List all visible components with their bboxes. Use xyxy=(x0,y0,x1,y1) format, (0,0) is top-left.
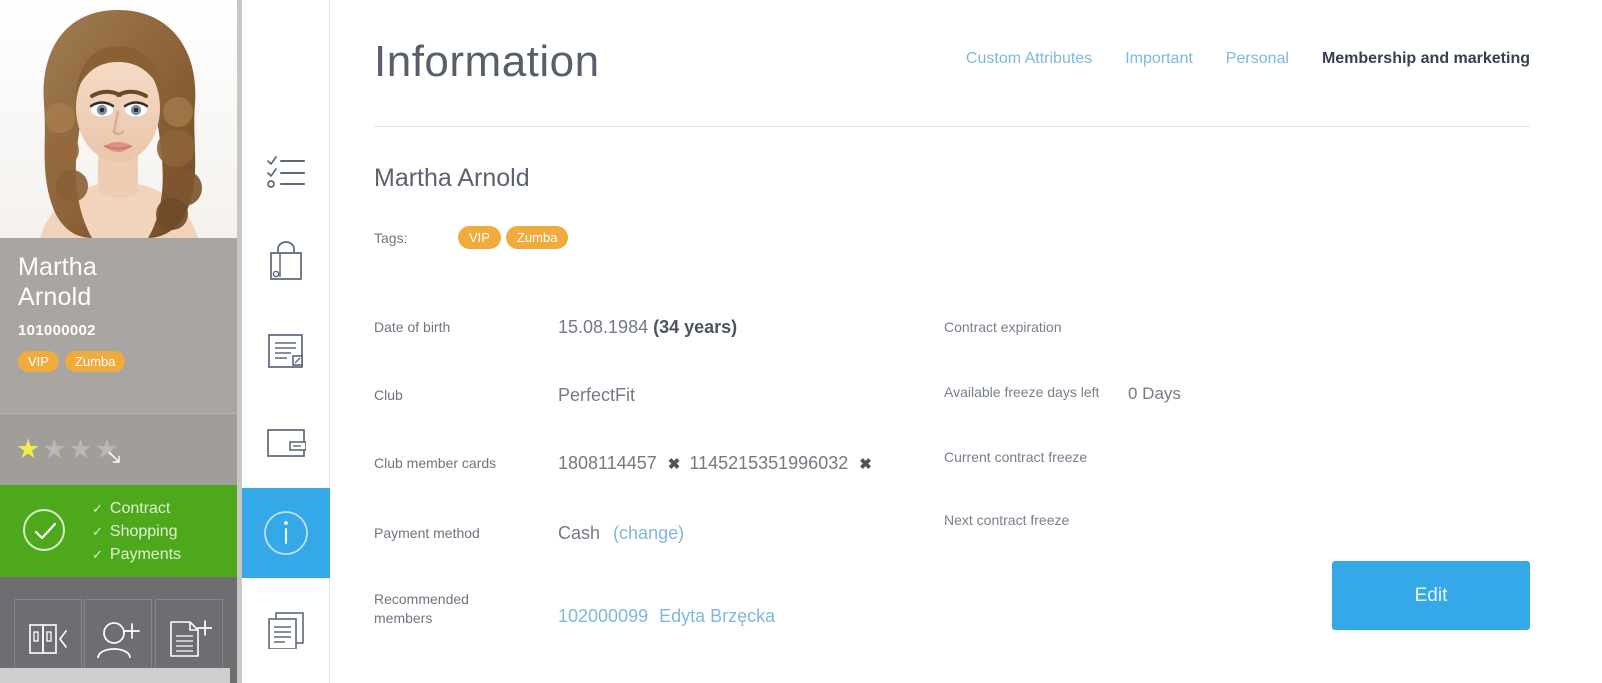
check-icon: ✓ xyxy=(92,524,103,539)
star-3-icon[interactable]: ★ xyxy=(68,436,92,463)
field-label-line1: Recommended xyxy=(374,591,469,607)
member-information-screen: Martha Arnold 101000002 VIP Zumba ★ ★ ★ … xyxy=(0,0,1602,683)
check-circle-icon xyxy=(23,509,65,551)
member-tag-zumba[interactable]: Zumba xyxy=(64,351,126,372)
content-tag-zumba[interactable]: Zumba xyxy=(505,226,569,249)
member-tag-vip[interactable]: VIP xyxy=(18,351,59,372)
status-item-contract: ✓ Contract xyxy=(92,498,181,520)
field-label: Club xyxy=(374,387,403,403)
remove-card-2-icon[interactable]: ✖ xyxy=(859,456,872,473)
check-icon: ✓ xyxy=(92,501,103,516)
tags-label: Tags: xyxy=(374,229,408,246)
field-label: Club member cards xyxy=(374,455,497,471)
status-item-shopping: ✓ Shopping xyxy=(92,521,181,543)
member-name-line1: Martha xyxy=(18,253,98,281)
card-number-2: 1145215351996032 xyxy=(689,453,849,473)
date-of-birth-value: 15.08.1984 xyxy=(558,317,649,337)
title-divider xyxy=(374,126,1530,127)
field-contract-expiration: Contract expiration xyxy=(944,318,1564,350)
star-1-icon[interactable]: ★ xyxy=(16,436,40,463)
tab-membership-and-marketing[interactable]: Membership and marketing xyxy=(1322,50,1530,68)
field-label: Contract expiration xyxy=(944,319,1062,335)
field-label: Payment method xyxy=(374,525,480,541)
member-rating-band: ★ ★ ★ ★ xyxy=(0,413,237,485)
info-icon xyxy=(262,509,310,557)
member-summary-panel: Martha Arnold 101000002 VIP Zumba ★ ★ ★ … xyxy=(0,0,237,683)
add-document-icon xyxy=(166,618,213,665)
age-value: (34 years) xyxy=(653,317,738,337)
member-tag-list: VIP Zumba xyxy=(18,351,219,372)
sidebar-item-contracts[interactable] xyxy=(242,306,330,396)
field-label: Current contract freeze xyxy=(944,449,1088,465)
card-number-1: 1808114457 xyxy=(558,453,657,473)
field-current-contract-freeze: Current contract freeze xyxy=(944,448,1564,480)
lockers-icon xyxy=(26,619,70,664)
star-rating[interactable]: ★ ★ ★ ★ xyxy=(16,436,119,463)
field-available-freeze-days-left: Available freeze days left 0 Days xyxy=(944,383,1564,415)
sidebar-item-shopping[interactable] xyxy=(242,216,330,306)
section-icon-rail xyxy=(242,0,330,683)
main-content: Information Custom Attributes Important … xyxy=(330,0,1602,683)
member-status-box: ✓ Contract ✓ Shopping ✓ Payments xyxy=(0,485,237,577)
field-label: Date of birth xyxy=(374,319,451,335)
field-next-contract-freeze: Next contract freeze xyxy=(944,511,1564,543)
checklist-icon xyxy=(267,154,305,188)
status-item-label: Shopping xyxy=(109,523,178,540)
field-value: 1808114457 ✖ 1145215351996032 ✖ xyxy=(558,451,876,477)
field-value: 0 Days xyxy=(1128,384,1181,403)
member-identity: Martha Arnold 101000002 VIP Zumba xyxy=(0,238,237,413)
sidebar-item-tasks[interactable] xyxy=(242,126,330,216)
member-name-line2: Arnold xyxy=(18,283,92,311)
field-label: Next contract freeze xyxy=(944,512,1070,528)
member-name: Martha Arnold xyxy=(18,252,168,312)
status-item-list: ✓ Contract ✓ Shopping ✓ Payments xyxy=(92,498,181,566)
status-item-payments: ✓ Payments xyxy=(92,544,181,566)
sidebar-item-documents[interactable] xyxy=(242,585,330,675)
content-tag-vip[interactable]: VIP xyxy=(458,226,501,249)
recommended-member-name-link[interactable]: Edyta Brzęcka xyxy=(659,606,775,626)
status-item-label: Contract xyxy=(109,500,171,517)
field-value: PerfectFit xyxy=(558,385,636,405)
field-value: 15.08.1984 (34 years) xyxy=(558,315,737,340)
change-payment-link[interactable]: (change) xyxy=(613,523,684,543)
recommended-member-number-link[interactable]: 102000099 xyxy=(558,606,648,626)
field-label: Available freeze days left xyxy=(944,384,1100,400)
tab-custom-attributes[interactable]: Custom Attributes xyxy=(966,50,1092,68)
payment-card-icon xyxy=(266,428,306,458)
arrow-down-right-icon[interactable] xyxy=(107,450,123,466)
documents-icon xyxy=(266,611,306,649)
tab-important[interactable]: Important xyxy=(1125,50,1193,68)
edit-button[interactable]: Edit xyxy=(1332,561,1530,630)
content-member-name: Martha Arnold xyxy=(374,164,530,192)
sidebar-item-information[interactable] xyxy=(242,488,330,578)
payment-method-value: Cash xyxy=(558,523,601,543)
sidebar-item-payments[interactable] xyxy=(242,398,330,488)
field-label: Recommended members xyxy=(374,590,544,628)
field-value: 102000099 Edyta Brzęcka xyxy=(558,604,775,629)
horizontal-scrollbar[interactable] xyxy=(0,668,230,683)
field-label-line2: members xyxy=(374,610,433,626)
tab-personal[interactable]: Personal xyxy=(1226,50,1289,68)
member-photo xyxy=(0,0,237,238)
star-2-icon[interactable]: ★ xyxy=(42,436,66,463)
content-tabs: Custom Attributes Important Personal Mem… xyxy=(966,50,1530,68)
page-title: Information xyxy=(374,37,600,86)
remove-card-1-icon[interactable]: ✖ xyxy=(668,456,681,473)
check-icon: ✓ xyxy=(92,547,103,562)
scrollbar-thumb[interactable] xyxy=(0,668,230,683)
status-item-label: Payments xyxy=(109,546,182,563)
member-number: 101000002 xyxy=(18,322,96,339)
add-member-icon xyxy=(95,618,141,665)
field-value: Cash (change) xyxy=(558,521,684,546)
content-tags-row: Tags: VIP Zumba xyxy=(374,226,573,249)
shopping-bag-icon xyxy=(268,241,304,281)
contract-icon xyxy=(267,333,305,369)
